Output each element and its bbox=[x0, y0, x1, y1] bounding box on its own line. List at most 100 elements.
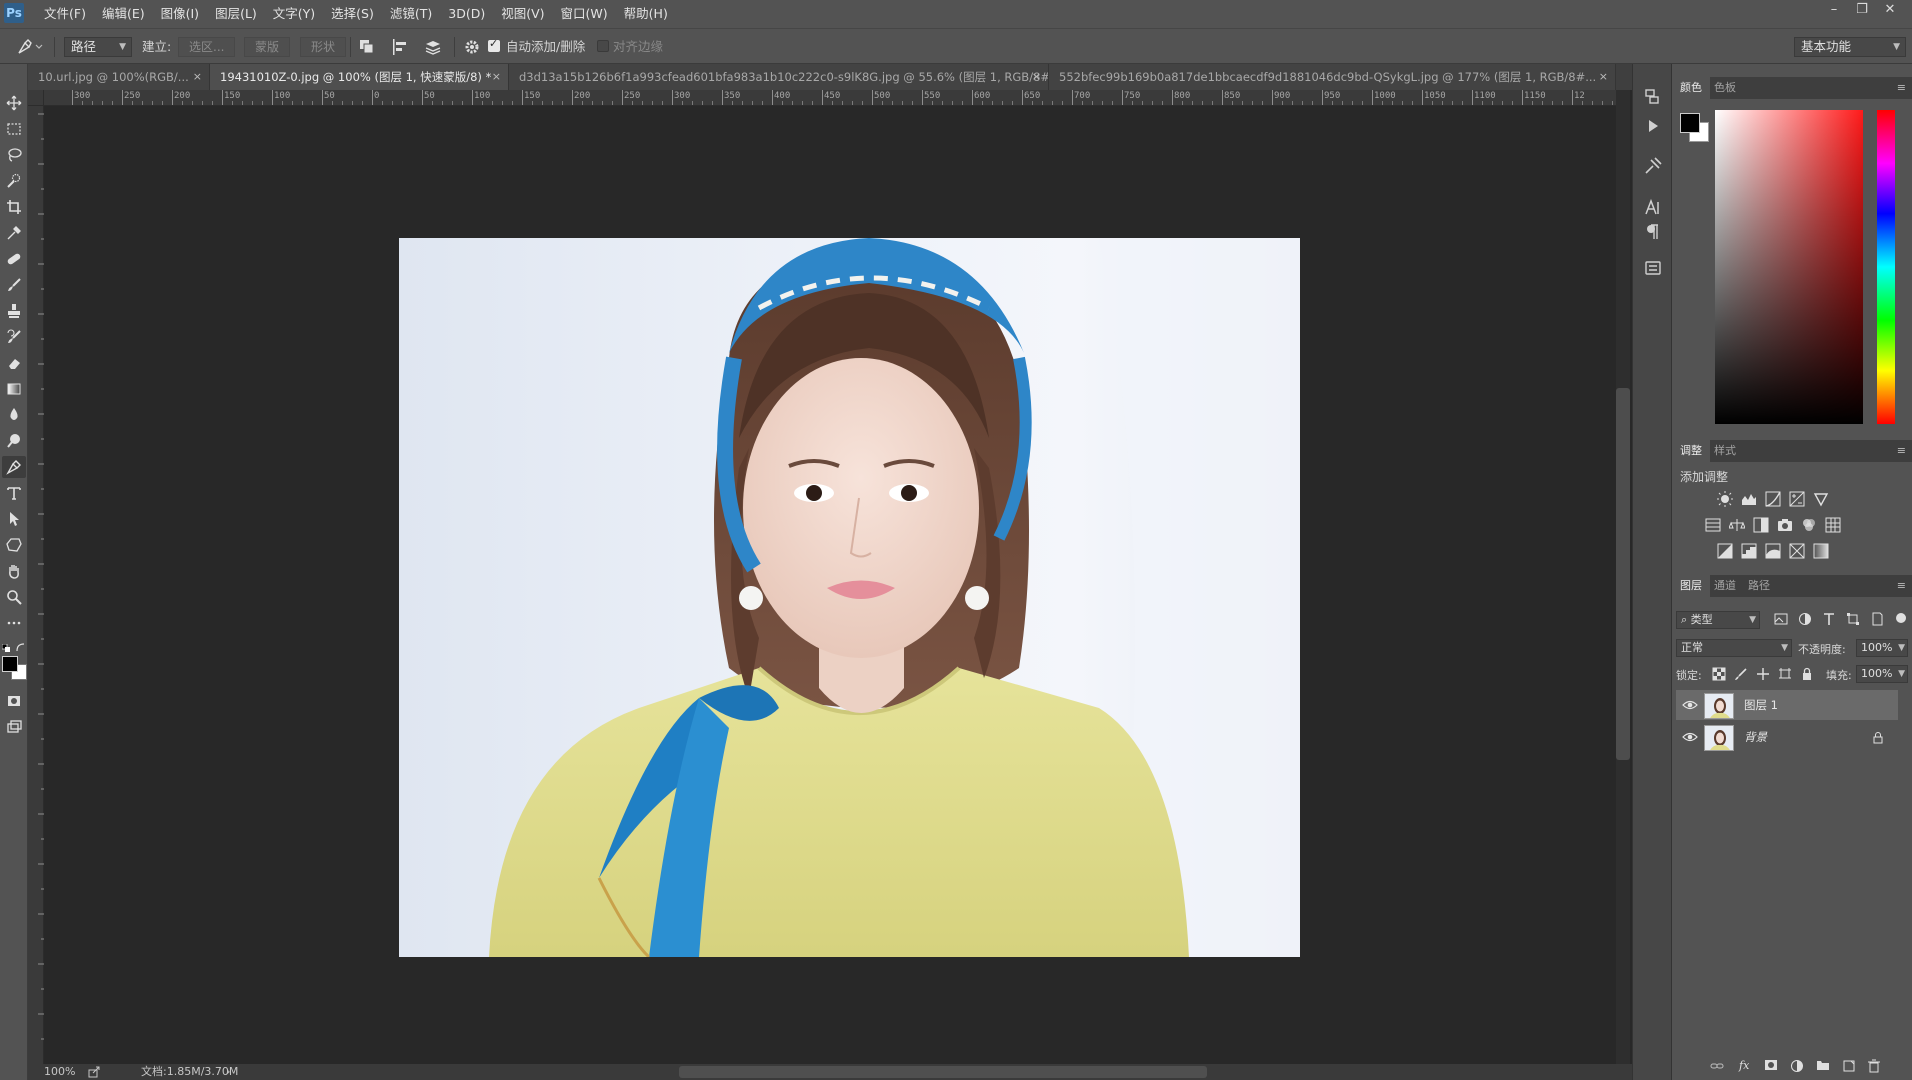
properties-panel-icon[interactable] bbox=[1641, 256, 1665, 280]
layer-style-icon[interactable]: fx bbox=[1738, 1058, 1754, 1072]
auto-add-delete-checkbox[interactable]: ✓ bbox=[488, 37, 500, 52]
invert-icon[interactable] bbox=[1717, 543, 1733, 559]
foreground-color-swatch[interactable] bbox=[2, 656, 18, 672]
document-tab[interactable]: d3d13a15b126b6f1a993cfead601bfa983a1b10c… bbox=[509, 64, 1049, 90]
brush-tool-icon[interactable] bbox=[2, 274, 26, 296]
panel-menu-icon[interactable]: ≡ bbox=[1897, 77, 1906, 99]
posterize-icon[interactable] bbox=[1741, 543, 1757, 559]
eye-icon[interactable] bbox=[1682, 730, 1698, 744]
close-icon[interactable]: × bbox=[1032, 64, 1041, 90]
path-operations-icon[interactable] bbox=[358, 38, 376, 56]
new-adjustment-layer-icon[interactable] bbox=[1790, 1059, 1804, 1073]
status-menu-arrow[interactable]: › bbox=[226, 1064, 230, 1080]
tab-color[interactable]: 颜色 bbox=[1672, 77, 1710, 99]
custom-shape-tool-icon[interactable] bbox=[2, 534, 26, 556]
workspace-select[interactable]: 基本功能 ▼ bbox=[1794, 37, 1906, 57]
menu-view[interactable]: 视图(V) bbox=[493, 0, 552, 28]
layer-row-selected[interactable]: 图层 1 bbox=[1676, 690, 1898, 720]
vertical-ruler[interactable] bbox=[28, 106, 44, 1064]
gradient-tool-icon[interactable] bbox=[2, 378, 26, 400]
dodge-tool-icon[interactable] bbox=[2, 430, 26, 452]
document-tab-active[interactable]: 19431010Z-0.jpg @ 100% (图层 1, 快速蒙版/8) * … bbox=[210, 64, 509, 90]
align-edges-checkbox[interactable] bbox=[597, 40, 609, 52]
tab-channels[interactable]: 通道 bbox=[1706, 575, 1744, 597]
filter-shape-layers-icon[interactable] bbox=[1846, 612, 1860, 626]
pen-tool-preset-icon[interactable] bbox=[16, 38, 46, 56]
layer-kind-filter[interactable]: ⌕ 类型 ▼ bbox=[1676, 611, 1760, 629]
foreground-color-swatch-panel[interactable] bbox=[1680, 113, 1700, 133]
mask-button[interactable]: 蒙版 bbox=[244, 37, 291, 57]
gradient-map-icon[interactable] bbox=[1813, 543, 1829, 559]
crop-tool-icon[interactable] bbox=[2, 196, 26, 218]
move-tool-icon[interactable] bbox=[2, 92, 26, 114]
tool-mode-select[interactable]: 路径 ▼ bbox=[64, 37, 132, 57]
play-action-icon[interactable] bbox=[1641, 114, 1665, 138]
eye-icon[interactable] bbox=[1682, 698, 1698, 712]
link-layers-icon[interactable] bbox=[1710, 1060, 1724, 1072]
filter-type-layers-icon[interactable] bbox=[1822, 612, 1836, 626]
menu-3d[interactable]: 3D(D) bbox=[440, 0, 493, 28]
panel-menu-icon[interactable]: ≡ bbox=[1897, 440, 1906, 462]
close-button[interactable]: ✕ bbox=[1876, 0, 1904, 22]
filter-adjustment-layers-icon[interactable] bbox=[1798, 612, 1812, 626]
delete-layer-icon[interactable] bbox=[1868, 1059, 1880, 1073]
path-arrangement-icon[interactable] bbox=[423, 38, 443, 56]
history-brush-tool-icon[interactable] bbox=[2, 326, 26, 348]
menu-select[interactable]: 选择(S) bbox=[323, 0, 382, 28]
zoom-level[interactable]: 100% bbox=[44, 1064, 75, 1080]
hand-tool-icon[interactable] bbox=[2, 560, 26, 582]
blend-mode-select[interactable]: 正常 ▼ bbox=[1676, 639, 1792, 657]
photo-filter-icon[interactable] bbox=[1777, 517, 1793, 533]
document-tab[interactable]: 10.url.jpg @ 100%(RGB/... × bbox=[28, 64, 210, 90]
color-lookup-icon[interactable] bbox=[1825, 517, 1841, 533]
pen-tool-icon[interactable] bbox=[2, 456, 26, 478]
ruler-origin[interactable] bbox=[28, 90, 44, 106]
lock-position-icon[interactable] bbox=[1756, 667, 1770, 681]
tab-adjustments[interactable]: 调整 bbox=[1672, 440, 1710, 462]
exposure-icon[interactable] bbox=[1789, 491, 1805, 507]
screen-mode-icon[interactable] bbox=[2, 716, 26, 738]
filter-toggle-icon[interactable] bbox=[1896, 613, 1906, 623]
fill-field[interactable]: 100% ▼ bbox=[1856, 665, 1908, 683]
shape-button[interactable]: 形状 bbox=[300, 37, 347, 57]
selective-color-icon[interactable] bbox=[1789, 543, 1805, 559]
eraser-tool-icon[interactable] bbox=[2, 352, 26, 374]
document-tab[interactable]: 552bfec99b169b0a817de1bbcaecdf9d1881046d… bbox=[1049, 64, 1616, 90]
curves-icon[interactable] bbox=[1765, 491, 1781, 507]
type-tool-icon[interactable] bbox=[2, 482, 26, 504]
hue-saturation-icon[interactable] bbox=[1705, 517, 1721, 533]
path-alignment-icon[interactable] bbox=[391, 38, 409, 56]
opacity-field[interactable]: 100% ▼ bbox=[1856, 639, 1908, 657]
vibrance-icon[interactable] bbox=[1813, 491, 1829, 507]
horizontal-scrollbar-thumb[interactable] bbox=[679, 1066, 1207, 1078]
gear-icon[interactable] bbox=[463, 38, 481, 56]
menu-file[interactable]: 文件(F) bbox=[36, 0, 94, 28]
tab-paths[interactable]: 路径 bbox=[1740, 575, 1778, 597]
eyedropper-tool-icon[interactable] bbox=[2, 222, 26, 244]
quick-mask-icon[interactable] bbox=[2, 690, 26, 712]
share-icon[interactable] bbox=[88, 1064, 100, 1078]
tab-swatches[interactable]: 色板 bbox=[1706, 77, 1744, 99]
menu-edit[interactable]: 编辑(E) bbox=[94, 0, 153, 28]
layer-row[interactable]: 背景 bbox=[1676, 722, 1898, 752]
levels-icon[interactable] bbox=[1741, 491, 1757, 507]
marquee-tool-icon[interactable] bbox=[2, 118, 26, 140]
color-balance-icon[interactable] bbox=[1729, 517, 1745, 533]
quick-selection-tool-icon[interactable] bbox=[2, 170, 26, 192]
brightness-contrast-icon[interactable] bbox=[1717, 491, 1733, 507]
paragraph-panel-icon[interactable] bbox=[1641, 220, 1665, 244]
color-field[interactable] bbox=[1715, 110, 1863, 424]
add-mask-icon[interactable] bbox=[1764, 1059, 1778, 1071]
menu-filter[interactable]: 滤镜(T) bbox=[382, 0, 440, 28]
lock-all-icon[interactable] bbox=[1800, 667, 1814, 681]
document-image[interactable] bbox=[399, 238, 1300, 957]
lock-image-icon[interactable] bbox=[1734, 667, 1748, 681]
filter-smart-objects-icon[interactable] bbox=[1870, 612, 1884, 626]
menu-type[interactable]: 文字(Y) bbox=[265, 0, 323, 28]
horizontal-ruler[interactable]: 300 250 200 150 100 50 0 50 100 150 200 250 300 350 40… bbox=[44, 90, 1616, 106]
menu-window[interactable]: 窗口(W) bbox=[553, 0, 616, 28]
black-white-icon[interactable] bbox=[1753, 517, 1769, 533]
channel-mixer-icon[interactable] bbox=[1801, 517, 1817, 533]
menu-image[interactable]: 图像(I) bbox=[153, 0, 207, 28]
default-colors-icon[interactable] bbox=[2, 644, 10, 652]
